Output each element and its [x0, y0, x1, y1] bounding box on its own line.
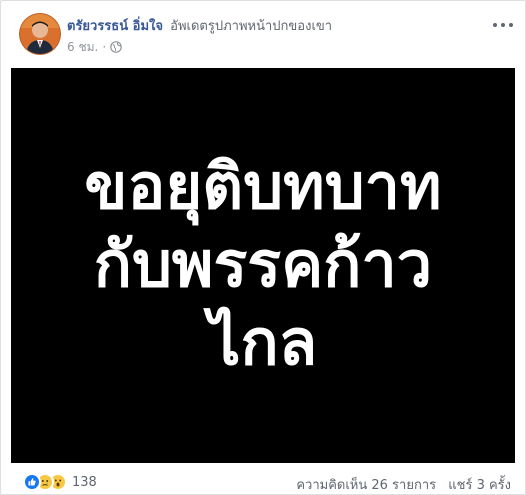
like-icon — [23, 473, 41, 491]
cover-text-line: ไกล — [208, 306, 318, 379]
post-header: ตรัยวรรธน์ อิ่มใจ อัพเดตรูปภาพหน้าปกของเ… — [1, 1, 525, 67]
cover-text-line: ขอยุติบทบาท — [84, 150, 442, 223]
engagement-summary: ความคิดเห็น 26 รายการ แชร์ 3 ครั้ง — [296, 474, 511, 494]
globe-icon[interactable] — [110, 41, 122, 53]
cover-photo-text: ขอยุติบทบาท กับพรรคก้าว ไกล — [11, 148, 515, 382]
post-meta: 6 ชม. · — [67, 39, 122, 55]
profile-photo — [20, 14, 60, 54]
comments-count-link[interactable]: ความคิดเห็น 26 รายการ — [296, 478, 436, 493]
reaction-count[interactable]: 138 — [72, 475, 97, 490]
avatar[interactable] — [19, 13, 61, 55]
author-name[interactable]: ตรัยวรรธน์ อิ่มใจ — [67, 19, 163, 34]
shares-count-link[interactable]: แชร์ 3 ครั้ง — [448, 478, 511, 493]
author-line: ตรัยวรรธน์ อิ่มใจ อัพเดตรูปภาพหน้าปกของเ… — [67, 18, 332, 35]
cover-photo[interactable]: ขอยุติบทบาท กับพรรคก้าว ไกล — [11, 68, 515, 463]
post-action-text: อัพเดตรูปภาพหน้าปกของเขา — [170, 19, 333, 34]
more-options-icon[interactable] — [493, 17, 513, 33]
meta-separator: · — [102, 40, 107, 54]
post-card: ตรัยวรรธน์ อิ่มใจ อัพเดตรูปภาพหน้าปกของเ… — [0, 0, 526, 495]
cover-text-line: กับพรรคก้าว — [93, 228, 433, 301]
post-timestamp[interactable]: 6 ชม. — [67, 39, 98, 55]
post-footer: 138 ความคิดเห็น 26 รายการ แชร์ 3 ครั้ง — [1, 463, 525, 494]
reactions-summary[interactable]: 138 — [23, 473, 97, 491]
